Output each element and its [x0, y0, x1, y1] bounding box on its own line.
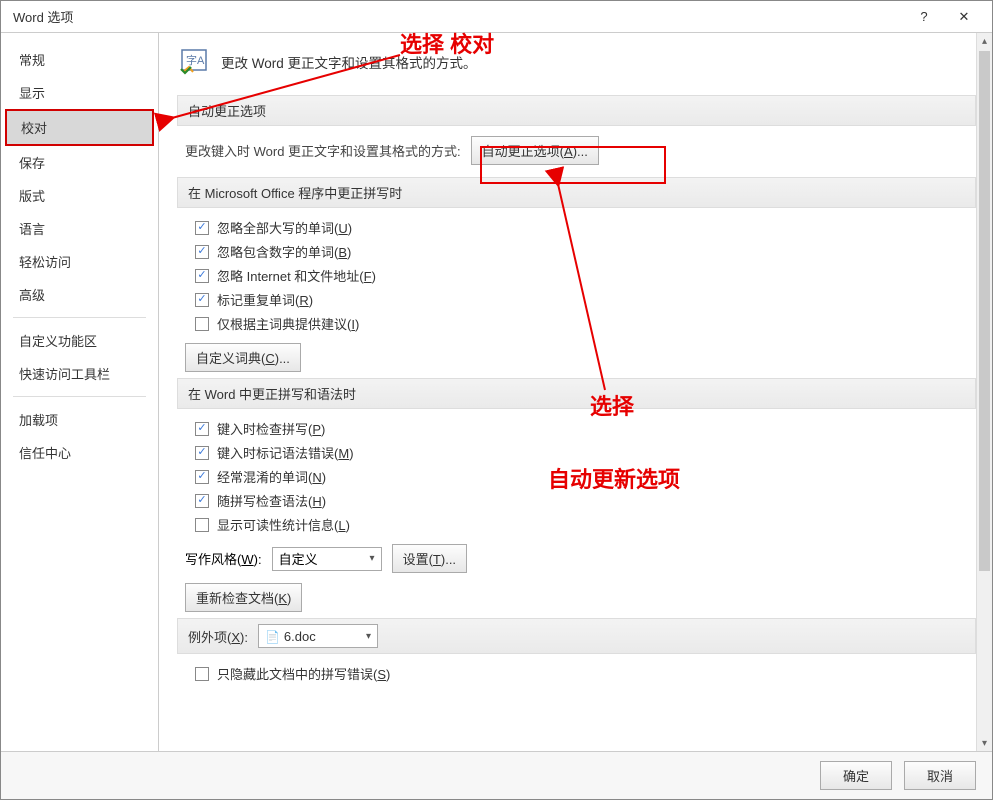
- writing-style-value: 自定义: [279, 549, 318, 568]
- chk-maindict[interactable]: 仅根据主词典提供建议(I): [195, 314, 976, 333]
- chk-grammar-spell[interactable]: 随拼写检查语法(H): [195, 491, 976, 510]
- section-wordproof-head: 在 Word 中更正拼写和语法时: [177, 378, 976, 409]
- checkbox-icon: [195, 317, 209, 331]
- autocorrect-options-button[interactable]: 自动更正选项(A)...: [471, 136, 599, 165]
- chevron-down-icon: ▾: [366, 631, 371, 642]
- chk-label: 经常混淆的单词(N): [217, 467, 326, 486]
- chk-hide-spelling[interactable]: 只隐藏此文档中的拼写错误(S): [195, 664, 976, 683]
- sidebar-divider-2: [13, 396, 146, 397]
- content-wrap: 字A 更改 Word 更正文字和设置其格式的方式。 自动更正选项 更改键入时 W…: [159, 33, 992, 751]
- checkbox-icon: [195, 269, 209, 283]
- sidebar-item-addins[interactable]: 加载项: [5, 403, 154, 436]
- sidebar-item-customize-ribbon[interactable]: 自定义功能区: [5, 324, 154, 357]
- sidebar-item-qat[interactable]: 快速访问工具栏: [5, 357, 154, 390]
- chk-numbers[interactable]: 忽略包含数字的单词(B): [195, 242, 976, 261]
- section-mso-head: 在 Microsoft Office 程序中更正拼写时: [177, 177, 976, 208]
- sidebar-item-language[interactable]: 语言: [5, 212, 154, 245]
- page-header-text: 更改 Word 更正文字和设置其格式的方式。: [221, 52, 477, 72]
- writing-style-combo[interactable]: 自定义 ▾: [272, 547, 382, 571]
- scroll-up-arrow[interactable]: ▴: [977, 33, 992, 49]
- dialog-footer: 确定 取消: [1, 751, 992, 799]
- checkbox-icon: [195, 470, 209, 484]
- content-panel: 字A 更改 Word 更正文字和设置其格式的方式。 自动更正选项 更改键入时 W…: [159, 33, 992, 751]
- dialog-body: 常规 显示 校对 保存 版式 语言 轻松访问 高级 自定义功能区 快速访问工具栏…: [1, 33, 992, 751]
- sidebar-item-general[interactable]: 常规: [5, 43, 154, 76]
- options-dialog: Word 选项 ? ✕ 常规 显示 校对 保存 版式 语言 轻松访问 高级 自定…: [0, 0, 993, 800]
- sidebar-item-save[interactable]: 保存: [5, 146, 154, 179]
- category-sidebar: 常规 显示 校对 保存 版式 语言 轻松访问 高级 自定义功能区 快速访问工具栏…: [1, 33, 159, 751]
- recheck-button[interactable]: 重新检查文档(K): [185, 583, 302, 612]
- word-file-icon: 📄: [265, 630, 280, 644]
- chk-label: 仅根据主词典提供建议(I): [217, 314, 359, 333]
- checkbox-icon: [195, 667, 209, 681]
- chk-label: 忽略 Internet 和文件地址(F): [217, 266, 376, 285]
- chk-uppercase[interactable]: 忽略全部大写的单词(U): [195, 218, 976, 237]
- chk-label: 忽略包含数字的单词(B): [217, 242, 351, 261]
- chk-grammar-type[interactable]: 键入时标记语法错误(M): [195, 443, 976, 462]
- chk-confused[interactable]: 经常混淆的单词(N): [195, 467, 976, 486]
- window-title: Word 选项: [9, 7, 904, 26]
- sidebar-item-display[interactable]: 显示: [5, 76, 154, 109]
- ok-button[interactable]: 确定: [820, 761, 892, 790]
- vertical-scrollbar[interactable]: ▴ ▾: [976, 33, 992, 751]
- sidebar-divider: [13, 317, 146, 318]
- checkbox-icon: [195, 221, 209, 235]
- sidebar-item-accessibility[interactable]: 轻松访问: [5, 245, 154, 278]
- page-header: 字A 更改 Word 更正文字和设置其格式的方式。: [177, 45, 976, 79]
- chk-internet[interactable]: 忽略 Internet 和文件地址(F): [195, 266, 976, 285]
- exceptions-value: 6.doc: [284, 629, 316, 644]
- writing-style-label: 写作风格(W):: [185, 549, 262, 568]
- titlebar: Word 选项 ? ✕: [1, 1, 992, 33]
- chk-label: 随拼写检查语法(H): [217, 491, 326, 510]
- custom-dict-label: 自定义词典(C)...: [196, 351, 290, 366]
- sidebar-item-layout[interactable]: 版式: [5, 179, 154, 212]
- chk-label: 只隐藏此文档中的拼写错误(S): [217, 664, 390, 683]
- cancel-button[interactable]: 取消: [904, 761, 976, 790]
- proofing-icon: 字A: [177, 45, 211, 79]
- help-button[interactable]: ?: [904, 3, 944, 31]
- scroll-thumb[interactable]: [979, 51, 990, 571]
- svg-text:字A: 字A: [186, 53, 205, 67]
- chk-label: 键入时标记语法错误(M): [217, 443, 354, 462]
- section-exceptions-head: 例外项(X): 📄 6.doc ▾: [177, 618, 976, 654]
- autocorrect-row: 更改键入时 Word 更正文字和设置其格式的方式: 自动更正选项(A)...: [185, 136, 976, 165]
- checkbox-icon: [195, 422, 209, 436]
- checkbox-icon: [195, 494, 209, 508]
- exceptions-content: 📄 6.doc: [265, 629, 316, 644]
- chk-label: 显示可读性统计信息(L): [217, 515, 350, 534]
- sidebar-item-advanced[interactable]: 高级: [5, 278, 154, 311]
- recheck-label: 重新检查文档(K): [196, 591, 291, 606]
- checkbox-icon: [195, 446, 209, 460]
- chk-label: 忽略全部大写的单词(U): [217, 218, 352, 237]
- settings-button[interactable]: 设置(T)...: [392, 544, 467, 573]
- chk-spell-type[interactable]: 键入时检查拼写(P): [195, 419, 976, 438]
- settings-btn-label: 设置(T)...: [403, 552, 456, 567]
- checkbox-icon: [195, 518, 209, 532]
- chk-readability[interactable]: 显示可读性统计信息(L): [195, 515, 976, 534]
- checkbox-icon: [195, 245, 209, 259]
- sidebar-item-proofing[interactable]: 校对: [5, 109, 154, 146]
- chk-label: 标记重复单词(R): [217, 290, 313, 309]
- writing-style-row: 写作风格(W): 自定义 ▾ 设置(T)...: [185, 544, 976, 573]
- close-button[interactable]: ✕: [944, 3, 984, 31]
- autocorrect-options-label: 自动更正选项(A)...: [482, 144, 588, 159]
- chk-repeat[interactable]: 标记重复单词(R): [195, 290, 976, 309]
- chk-label: 键入时检查拼写(P): [217, 419, 325, 438]
- custom-dict-button[interactable]: 自定义词典(C)...: [185, 343, 301, 372]
- chevron-down-icon: ▾: [370, 553, 375, 564]
- section-autocorrect-head: 自动更正选项: [177, 95, 976, 126]
- exceptions-combo[interactable]: 📄 6.doc ▾: [258, 624, 378, 648]
- sidebar-item-trust[interactable]: 信任中心: [5, 436, 154, 469]
- scroll-down-arrow[interactable]: ▾: [977, 735, 992, 751]
- exceptions-label: 例外项(X):: [188, 627, 248, 646]
- checkbox-icon: [195, 293, 209, 307]
- autocorrect-explain: 更改键入时 Word 更正文字和设置其格式的方式:: [185, 141, 461, 160]
